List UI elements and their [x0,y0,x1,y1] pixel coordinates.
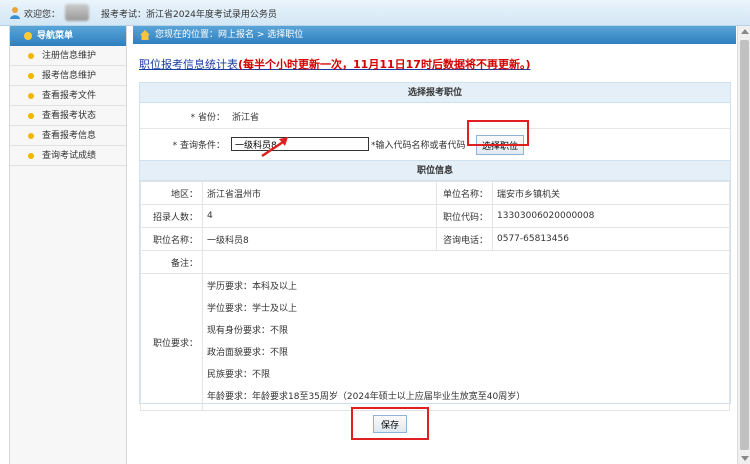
stats-link[interactable]: 职位报考信息统计表(每半个小时更新一次，11月11日17时后数据将不再更新。) [139,56,530,72]
requirement-item: 现有身份要求：不限 [207,326,289,336]
remark-label: 备注： [140,250,203,274]
name-label: 职位名称： [140,227,203,251]
main-content: 您现在的位置：网上报名 > 选择职位 职位报考信息统计表(每半个小时更新一次，1… [133,26,736,464]
scroll-down-icon[interactable] [741,456,749,461]
query-input[interactable] [231,137,369,151]
sidebar-title: 导航菜单 [37,31,74,41]
requirement-item: 民族要求：不限 [207,370,271,380]
region-value: 浙江省温州市 [202,181,437,205]
stats-link-label[interactable]: 职位报考信息统计表 [139,58,238,71]
requirements-list: 学历要求：本科及以上 学位要求：学士及以上 现有身份要求：不限 政治面貌要求：不… [202,273,730,411]
stats-note: (每半个小时更新一次，11月11日17时后数据将不再更新。) [238,58,531,71]
code-value: 13303006020000008 [492,204,730,228]
panel-title: 职位信息 [140,161,730,181]
exam-title: 报考考试：浙江省2024年度考试录用公务员 [101,10,277,20]
breadcrumb: 您现在的位置：网上报名 > 选择职位 [133,26,736,44]
query-row: * 查询条件： *输入代码名称或者代码 选择职位 [140,129,730,160]
requirement-item: 年龄要求：年龄要求18至35周岁（2024年硕士以上应届毕业生放宽至40周岁） [207,392,526,402]
query-label: * 查询条件： [172,141,225,151]
table-row: 地区： 浙江省温州市 单位名称： 瑞安市乡镇机关 [140,181,730,205]
sidebar-item-label: 查看报考文件 [42,91,97,101]
bullet-icon [28,93,34,99]
sidebar-item-files[interactable]: 查看报考文件 [10,86,126,106]
bullet-icon [28,73,34,79]
user-icon [10,7,20,19]
home-icon [140,30,150,40]
bullet-icon [28,133,34,139]
bullet-icon [28,113,34,119]
unit-label: 单位名称： [436,181,493,205]
code-label: 职位代码： [436,204,493,228]
select-button-highlight [467,120,529,146]
nav-menu-icon [24,32,32,40]
query-hint: *输入代码名称或者代码 [371,138,466,151]
sidebar-item-info[interactable]: 查看报考信息 [10,126,126,146]
save-button[interactable]: 保存 [373,415,407,433]
sidebar-item-status[interactable]: 查看报考状态 [10,106,126,126]
top-bar: 欢迎您： 报考考试：浙江省2024年度考试录用公务员 [0,0,750,26]
breadcrumb-text: 您现在的位置：网上报名 > 选择职位 [155,30,304,40]
sidebar-item-label: 注册信息维护 [42,51,97,61]
table-row: 职位要求： 学历要求：本科及以上 学位要求：学士及以上 现有身份要求：不限 政治… [140,273,730,411]
welcome-text: 欢迎您： [24,10,61,20]
region-label: 地区： [140,181,203,205]
requirement-item: 学历要求：本科及以上 [207,282,298,292]
position-info-panel: 职位信息 地区： 浙江省温州市 单位名称： 瑞安市乡镇机关 招录人数： 4 职位… [139,160,731,411]
scroll-up-icon[interactable] [741,29,749,34]
count-label: 招录人数： [140,204,203,228]
avatar [65,4,89,21]
scrollbar-thumb[interactable] [740,40,749,450]
phone-value: 0577-65813456 [492,227,730,251]
bullet-icon [28,153,34,159]
query-hint-text: *输入代码名称或者代码 [371,141,466,151]
unit-value: 瑞安市乡镇机关 [492,181,730,205]
bullet-icon [28,53,34,59]
phone-label: 咨询电话： [436,227,493,251]
sidebar-item-label: 报考信息维护 [42,71,97,81]
sidebar-item-label: 查看报考状态 [42,111,97,121]
requirements-label: 职位要求： [140,273,203,411]
table-row: 招录人数： 4 职位代码： 13303006020000008 [140,204,730,228]
count-value: 4 [202,204,437,228]
table-row: 备注： [140,250,730,274]
province-row: * 省份： 浙江省 [140,103,730,129]
province-value: 浙江省 [232,113,260,123]
sidebar: 导航菜单 注册信息维护 报考信息维护 查看报考文件 查看报考状态 查看报考信息 … [9,26,127,464]
sidebar-item-scores[interactable]: 查询考试成绩 [10,146,126,166]
sidebar-header: 导航菜单 [10,26,126,46]
table-row: 职位名称： 一级科员8 咨询电话： 0577-65813456 [140,227,730,251]
province-label: * 省份： [190,113,225,123]
position-info-table: 地区： 浙江省温州市 单位名称： 瑞安市乡镇机关 招录人数： 4 职位代码： 1… [140,181,730,411]
sidebar-item-registration[interactable]: 注册信息维护 [10,46,126,66]
select-position-panel: 选择报考职位 * 省份： 浙江省 * 查询条件： *输入代码名称或者代码 选择职… [139,82,731,161]
requirement-item: 学位要求：学士及以上 [207,304,298,314]
sidebar-item-label: 查看报考信息 [42,131,97,141]
name-value: 一级科员8 [202,227,437,251]
sidebar-item-application[interactable]: 报考信息维护 [10,66,126,86]
sidebar-item-label: 查询考试成绩 [42,151,97,161]
requirement-item: 政治面貌要求：不限 [207,348,289,358]
arrow-icon [261,137,288,158]
scrollbar[interactable] [737,26,750,464]
remark-value [202,250,730,274]
panel-title: 选择报考职位 [140,83,730,103]
